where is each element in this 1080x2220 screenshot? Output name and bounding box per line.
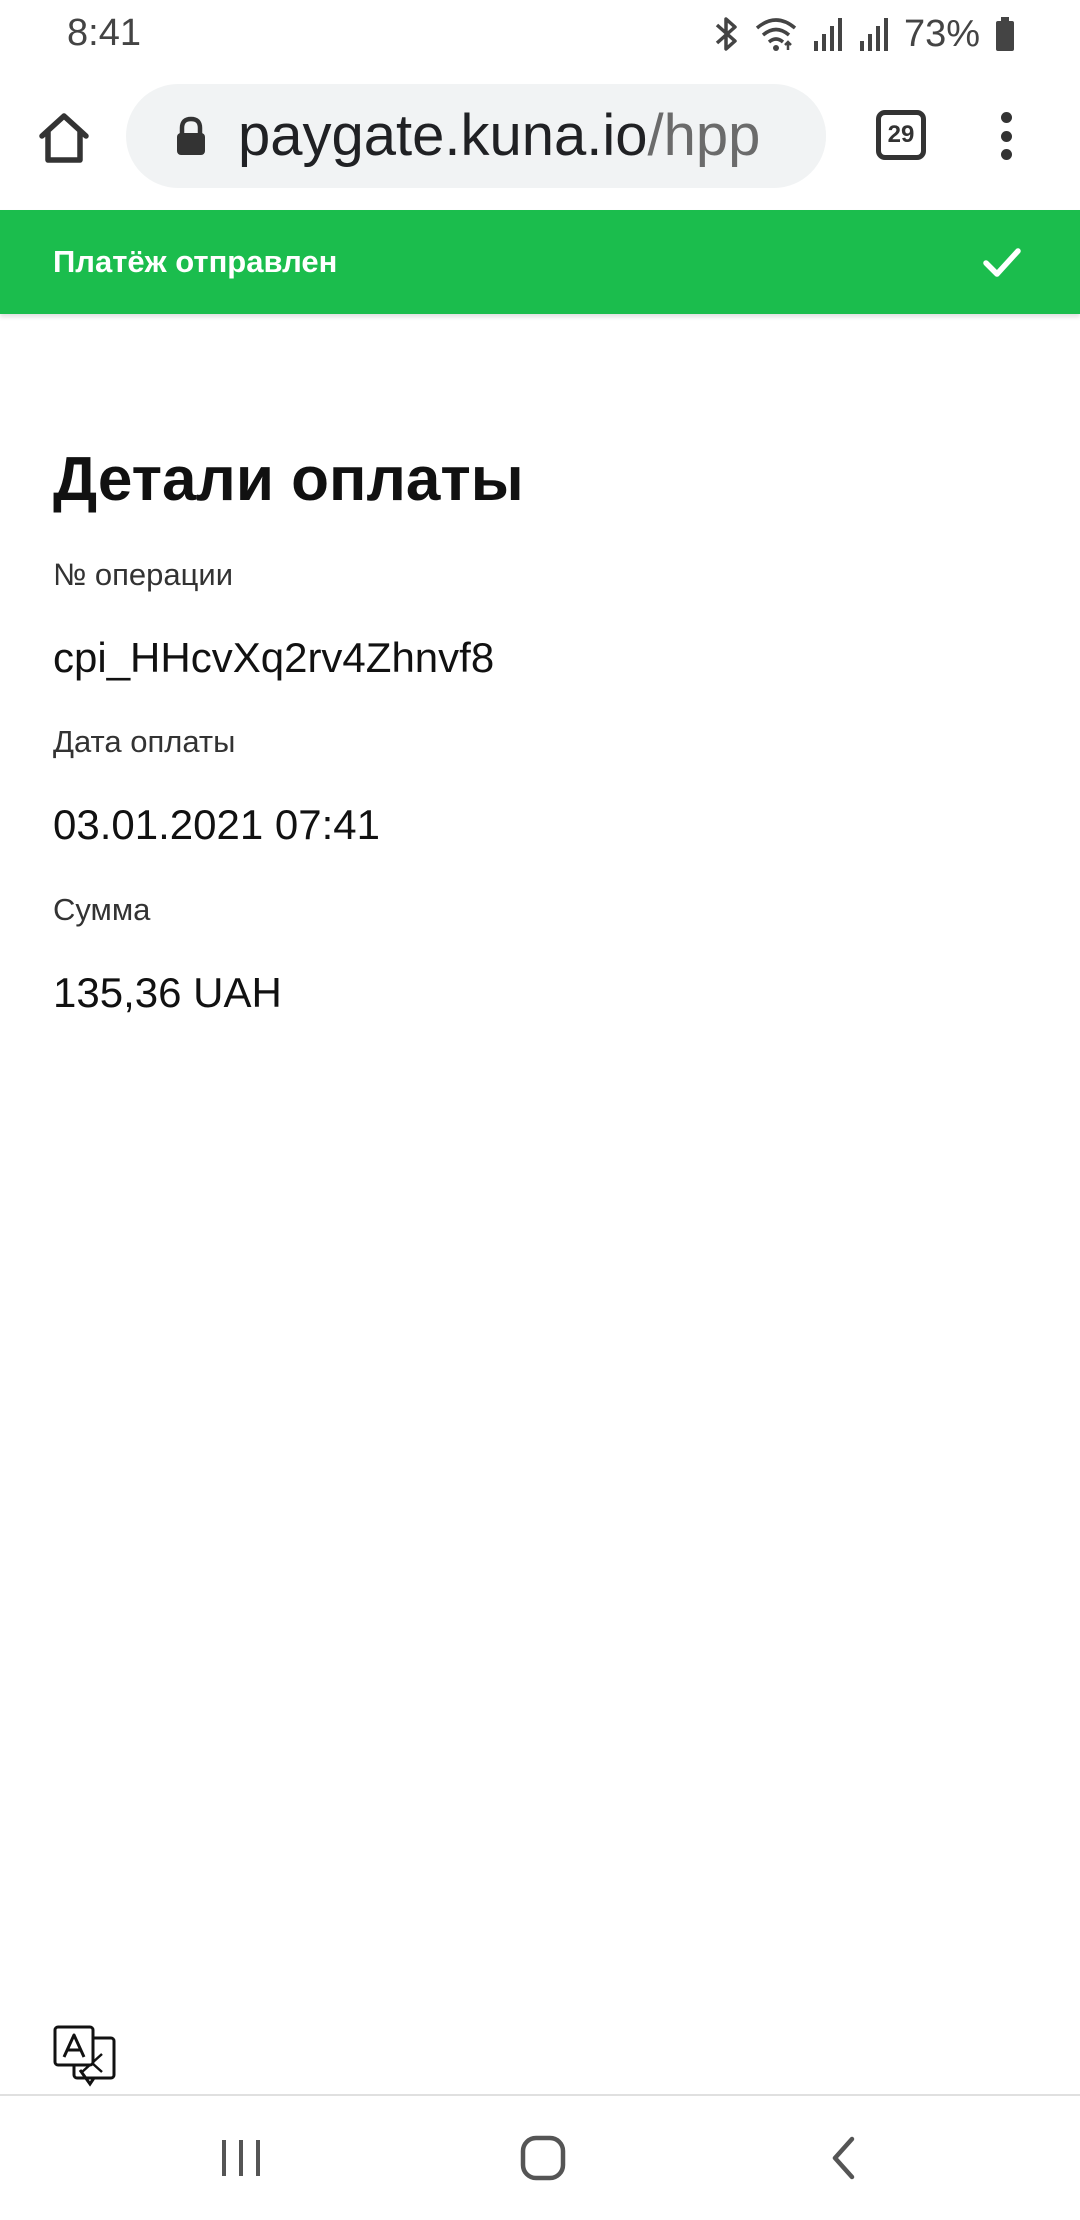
check-icon — [983, 248, 1021, 277]
home-icon — [39, 113, 89, 163]
banner-message: Платёж отправлен — [53, 244, 338, 279]
wifi-icon — [755, 18, 797, 51]
battery-percent: 73% — [903, 13, 980, 55]
browser-menu-button[interactable] — [986, 106, 1026, 166]
operation-number-value: cpi_HHcvXq2rv4Zhnvf8 — [53, 634, 495, 681]
tab-switcher-button[interactable]: 29 — [876, 110, 926, 160]
signal-icon — [859, 18, 888, 51]
status-bar: 8:41 73% — [0, 0, 1080, 66]
back-button[interactable] — [810, 2126, 880, 2190]
browser-home-button[interactable] — [32, 106, 96, 170]
url-fade — [796, 84, 826, 188]
browser-toolbar: paygate.kuna.io/hpp 29 — [0, 66, 1080, 210]
operation-number-label: № операции — [53, 557, 234, 592]
recents-icon — [222, 2140, 260, 2176]
system-nav-bar — [0, 2096, 1080, 2220]
amount-label: Сумма — [53, 892, 151, 927]
url-text: paygate.kuna.io/hpp — [238, 84, 760, 188]
battery-icon — [996, 17, 1014, 51]
amount-value: 135,36 UAH — [53, 969, 282, 1016]
more-vert-icon — [1000, 112, 1012, 123]
url-path: /hpp — [647, 103, 761, 168]
page-title: Детали оплаты — [53, 445, 524, 514]
url-host: paygate.kuna.io — [238, 103, 648, 168]
signal-icon — [813, 18, 842, 51]
payment-date-label: Дата оплаты — [53, 724, 236, 759]
home-nav-button[interactable] — [508, 2126, 578, 2190]
status-icons: 73% — [714, 12, 1016, 56]
translate-icon[interactable] — [52, 2024, 118, 2090]
address-bar[interactable]: paygate.kuna.io/hpp — [126, 84, 826, 188]
recents-button[interactable] — [206, 2126, 276, 2190]
tab-count: 29 — [887, 121, 915, 148]
home-icon — [520, 2135, 566, 2181]
payment-date-value: 03.01.2021 07:41 — [53, 801, 380, 848]
bluetooth-icon — [715, 17, 737, 51]
status-time: 8:41 — [67, 12, 141, 54]
payment-sent-banner: Платёж отправлен — [0, 210, 1080, 314]
lock-icon — [177, 116, 205, 155]
back-icon — [832, 2136, 855, 2180]
